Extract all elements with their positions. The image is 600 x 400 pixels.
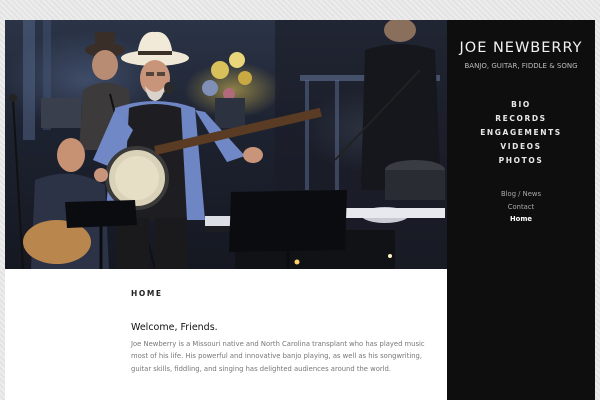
page-title: HOME bbox=[131, 289, 163, 298]
page: JOE NEWBERRY BANJO, GUITAR, FIDDLE & SON… bbox=[5, 20, 595, 400]
sidebar: JOE NEWBERRY BANJO, GUITAR, FIDDLE & SON… bbox=[447, 20, 595, 400]
site-tagline: BANJO, GUITAR, FIDDLE & SONG bbox=[464, 62, 578, 70]
hero-photo bbox=[5, 20, 447, 269]
nav-link-home[interactable]: Home bbox=[447, 213, 595, 226]
nav-link-engagements[interactable]: ENGAGEMENTS bbox=[447, 126, 595, 140]
nav-link-records[interactable]: RECORDS bbox=[447, 112, 595, 126]
nav-link-blog-news[interactable]: Blog / News bbox=[447, 188, 595, 201]
main-content: HOME Welcome, Friends. Joe Newberry is a… bbox=[5, 269, 447, 400]
nav-link-photos[interactable]: PHOTOS bbox=[447, 154, 595, 168]
nav-link-contact[interactable]: Contact bbox=[447, 201, 595, 214]
primary-nav: BIO RECORDS ENGAGEMENTS VIDEOS PHOTOS bbox=[447, 98, 595, 168]
intro-paragraph: Joe Newberry is a Missouri native and No… bbox=[131, 340, 425, 373]
site-title[interactable]: JOE NEWBERRY bbox=[447, 40, 595, 56]
nav-link-bio[interactable]: BIO bbox=[447, 98, 595, 112]
stage-photo-illustration bbox=[9, 20, 447, 269]
secondary-nav: Blog / News Contact Home bbox=[447, 188, 595, 226]
nav-link-videos[interactable]: VIDEOS bbox=[447, 140, 595, 154]
welcome-heading: Welcome, Friends. bbox=[131, 322, 218, 333]
